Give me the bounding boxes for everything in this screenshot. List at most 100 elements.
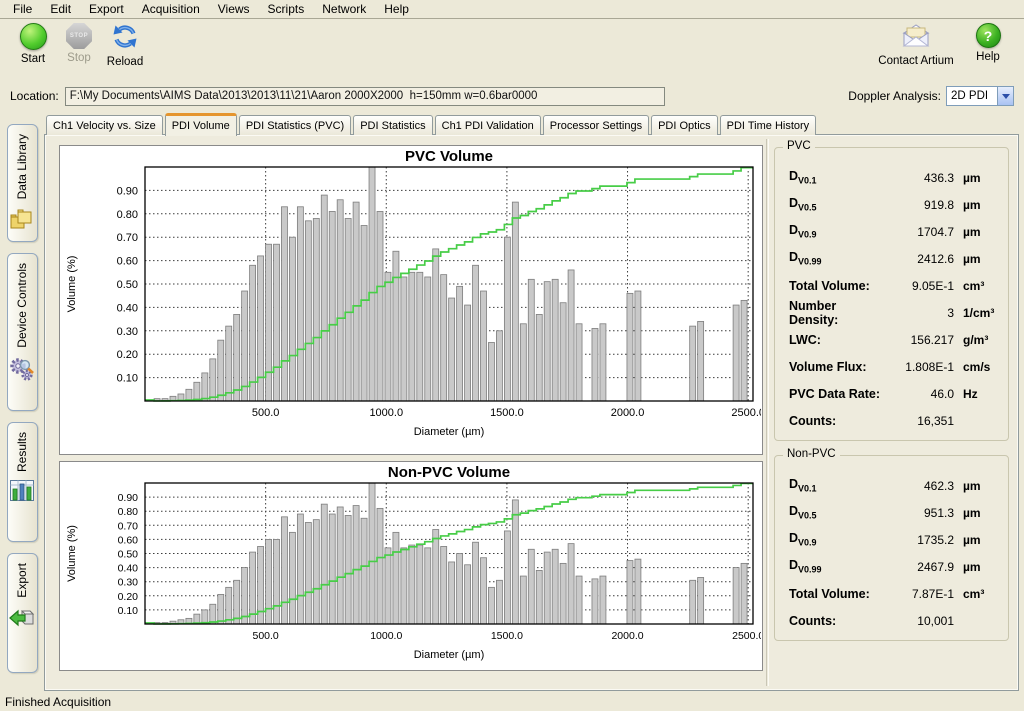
stat-value: 46.0 <box>882 387 954 401</box>
svg-text:0.80: 0.80 <box>117 209 138 221</box>
stat-row-dv01: DV0.1 436.3 µm <box>789 164 1000 191</box>
svg-text:Non-PVC Volume: Non-PVC Volume <box>388 464 510 481</box>
tab-ch1-pdi-validation[interactable]: Ch1 PDI Validation <box>435 115 541 135</box>
svg-text:500.0: 500.0 <box>252 630 278 642</box>
stat-row-total-volume: Total Volume: 9.05E-1 cm³ <box>789 272 1000 299</box>
tab-pdi-statistics[interactable]: PDI Statistics <box>353 115 432 135</box>
stat-unit: µm <box>954 560 1000 574</box>
stat-row-dv09: DV0.9 1735.2 µm <box>789 526 1000 553</box>
svg-text:2500.0: 2500.0 <box>731 407 761 419</box>
svg-text:0.40: 0.40 <box>118 563 139 575</box>
svg-text:1000.0: 1000.0 <box>370 630 402 642</box>
svg-text:0.60: 0.60 <box>117 256 138 268</box>
stat-value: 16,351 <box>882 414 954 428</box>
svg-text:0.60: 0.60 <box>118 534 139 546</box>
svg-text:2000.0: 2000.0 <box>611 407 645 419</box>
stat-unit: µm <box>954 533 1000 547</box>
stat-value: 951.3 <box>882 506 954 520</box>
tab-processor-settings[interactable]: Processor Settings <box>543 115 649 135</box>
help-icon: ? <box>976 23 1001 48</box>
tab-pdi-optics[interactable]: PDI Optics <box>651 115 718 135</box>
stat-unit: µm <box>954 506 1000 520</box>
sidebar: Data Library Device Controls <box>0 112 44 691</box>
stat-label: PVC Data Rate: <box>789 387 882 401</box>
stat-value: 919.8 <box>882 198 954 212</box>
svg-text:0.70: 0.70 <box>118 520 139 532</box>
svg-text:1000.0: 1000.0 <box>369 407 403 419</box>
reload-button[interactable]: Reload <box>102 23 148 68</box>
stat-row-dv05: DV0.5 919.8 µm <box>789 191 1000 218</box>
stat-value: 9.05E-1 <box>882 279 954 293</box>
stat-value: 7.87E-1 <box>882 587 954 601</box>
bar-chart-icon <box>10 480 34 504</box>
svg-text:0.40: 0.40 <box>117 302 138 314</box>
stat-row-dv099: DV0.99 2467.9 µm <box>789 553 1000 580</box>
stat-value: 1735.2 <box>882 533 954 547</box>
menu-file[interactable]: File <box>4 0 41 18</box>
menu-views[interactable]: Views <box>209 0 259 18</box>
location-row: Location: Doppler Analysis: 2D PDI <box>0 82 1024 110</box>
stat-unit: µm <box>954 252 1000 266</box>
stat-value: 2412.6 <box>882 252 954 266</box>
doppler-selected-value: 2D PDI <box>947 90 997 102</box>
stat-value: 10,001 <box>882 614 954 628</box>
help-label: Help <box>976 51 1000 63</box>
nonpvc-volume-chart-svg: 0.100.200.300.400.500.600.700.800.90500.… <box>61 463 761 669</box>
location-input[interactable] <box>65 87 665 106</box>
svg-text:Diameter (µm): Diameter (µm) <box>414 649 485 661</box>
stat-value: 3 <box>882 306 954 320</box>
help-button[interactable]: ? Help <box>970 23 1006 67</box>
main-area: Data Library Device Controls <box>0 112 1024 691</box>
tab-ch1-velocity-vs-size[interactable]: Ch1 Velocity vs. Size <box>46 115 163 135</box>
svg-text:0.20: 0.20 <box>117 349 138 361</box>
menu-network[interactable]: Network <box>313 0 375 18</box>
svg-text:Diameter (µm): Diameter (µm) <box>414 426 485 438</box>
menu-scripts[interactable]: Scripts <box>259 0 314 18</box>
stat-unit: cm/s <box>954 360 1000 374</box>
stat-row-pvc-data-rate: PVC Data Rate: 46.0 Hz <box>789 380 1000 407</box>
menu-help[interactable]: Help <box>375 0 418 18</box>
stat-row-dv01: DV0.1 462.3 µm <box>789 472 1000 499</box>
stat-unit: 1/cm³ <box>954 306 1000 320</box>
gears-icon <box>9 356 35 385</box>
nonpvc-groupbox: Non-PVC DV0.1 462.3 µm DV0.5 951.3 µm DV… <box>774 455 1009 641</box>
splitter[interactable] <box>766 139 769 686</box>
svg-text:2500.0: 2500.0 <box>732 630 761 642</box>
menu-edit[interactable]: Edit <box>41 0 80 18</box>
sidebar-item-data-library[interactable]: Data Library <box>7 124 38 242</box>
menu-acquisition[interactable]: Acquisition <box>133 0 209 18</box>
contact-artium-button[interactable]: Contact Artium <box>874 23 958 67</box>
tab-pdi-statistics-pvc[interactable]: PDI Statistics (PVC) <box>239 115 351 135</box>
pvc-groupbox-title: PVC <box>783 140 815 152</box>
stat-label: Total Volume: <box>789 279 882 293</box>
stat-unit: Hz <box>954 387 1000 401</box>
doppler-analysis-select[interactable]: 2D PDI <box>946 86 1014 106</box>
toolbar: Start STOP Stop Reload <box>0 19 1024 82</box>
envelope-icon <box>901 23 931 52</box>
tab-pdi-time-history[interactable]: PDI Time History <box>720 115 817 135</box>
stat-label: DV0.9 <box>789 223 882 240</box>
tab-bar: Ch1 Velocity vs. Size PDI Volume PDI Sta… <box>44 112 1019 135</box>
stat-unit: µm <box>954 479 1000 493</box>
pvc-volume-chart: 0.100.200.300.400.500.600.700.800.90500.… <box>59 145 763 455</box>
chevron-down-icon[interactable] <box>997 87 1013 105</box>
svg-text:0.30: 0.30 <box>117 326 138 338</box>
stat-value: 436.3 <box>882 171 954 185</box>
svg-text:0.10: 0.10 <box>117 373 138 385</box>
sidebar-item-results[interactable]: Results <box>7 422 38 542</box>
pvc-groupbox: PVC DV0.1 436.3 µm DV0.5 919.8 µm DV0.9 … <box>774 147 1009 441</box>
svg-text:PVC Volume: PVC Volume <box>405 148 493 165</box>
sidebar-label-results: Results <box>15 432 29 472</box>
sidebar-item-device-controls[interactable]: Device Controls <box>7 253 38 411</box>
sidebar-item-export[interactable]: Export <box>7 553 38 673</box>
start-button[interactable]: Start <box>10 23 56 65</box>
sidebar-label-export: Export <box>15 563 29 598</box>
stat-value: 1.808E-1 <box>882 360 954 374</box>
location-label: Location: <box>10 89 59 103</box>
tab-pdi-volume[interactable]: PDI Volume <box>165 113 237 136</box>
menu-export[interactable]: Export <box>80 0 133 18</box>
svg-text:0.50: 0.50 <box>117 279 138 291</box>
folders-icon <box>9 207 35 234</box>
stop-button[interactable]: STOP Stop <box>56 23 102 64</box>
stat-row-number-density: Number Density: 3 1/cm³ <box>789 299 1000 326</box>
